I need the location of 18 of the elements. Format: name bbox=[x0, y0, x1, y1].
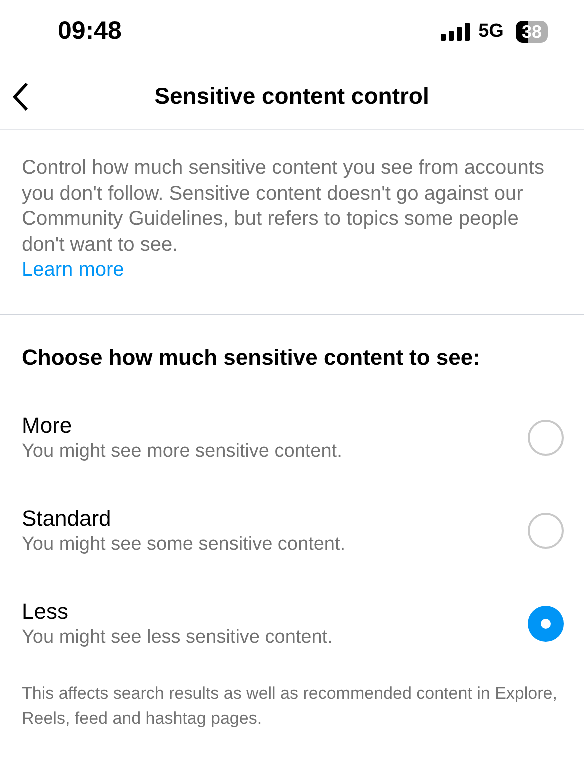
option-description: You might see more sensitive content. bbox=[22, 440, 342, 464]
option-label: Less bbox=[22, 598, 70, 626]
section-heading: Choose how much sensitive content to see: bbox=[21, 344, 482, 372]
back-icon[interactable] bbox=[12, 82, 30, 112]
status-time: 09:48 bbox=[58, 16, 122, 48]
learn-more-link[interactable]: Learn more bbox=[22, 259, 124, 281]
option-label: More bbox=[22, 412, 74, 440]
signal-icon bbox=[440, 23, 471, 41]
network-label: 5G bbox=[478, 20, 504, 44]
page-title: Sensitive content control bbox=[154, 82, 430, 112]
option-description: You might see less sensitive content. bbox=[22, 626, 333, 650]
description-text: Control how much sensitive content you see from accounts you don't follow. Sensitive content doesn't go against our Community Guidelines, but refers to topics some people don't want to see. bbox=[22, 156, 546, 258]
radio-button[interactable] bbox=[528, 606, 564, 642]
footer-note: This affects search results as well as recommended content in Explore, Reels, feed and hashtag pages. bbox=[21, 682, 558, 730]
option-label: Standard bbox=[22, 505, 112, 533]
radio-button[interactable] bbox=[528, 420, 564, 456]
option-description: You might see some sensitive content. bbox=[22, 533, 346, 557]
radio-button[interactable] bbox=[528, 513, 564, 549]
